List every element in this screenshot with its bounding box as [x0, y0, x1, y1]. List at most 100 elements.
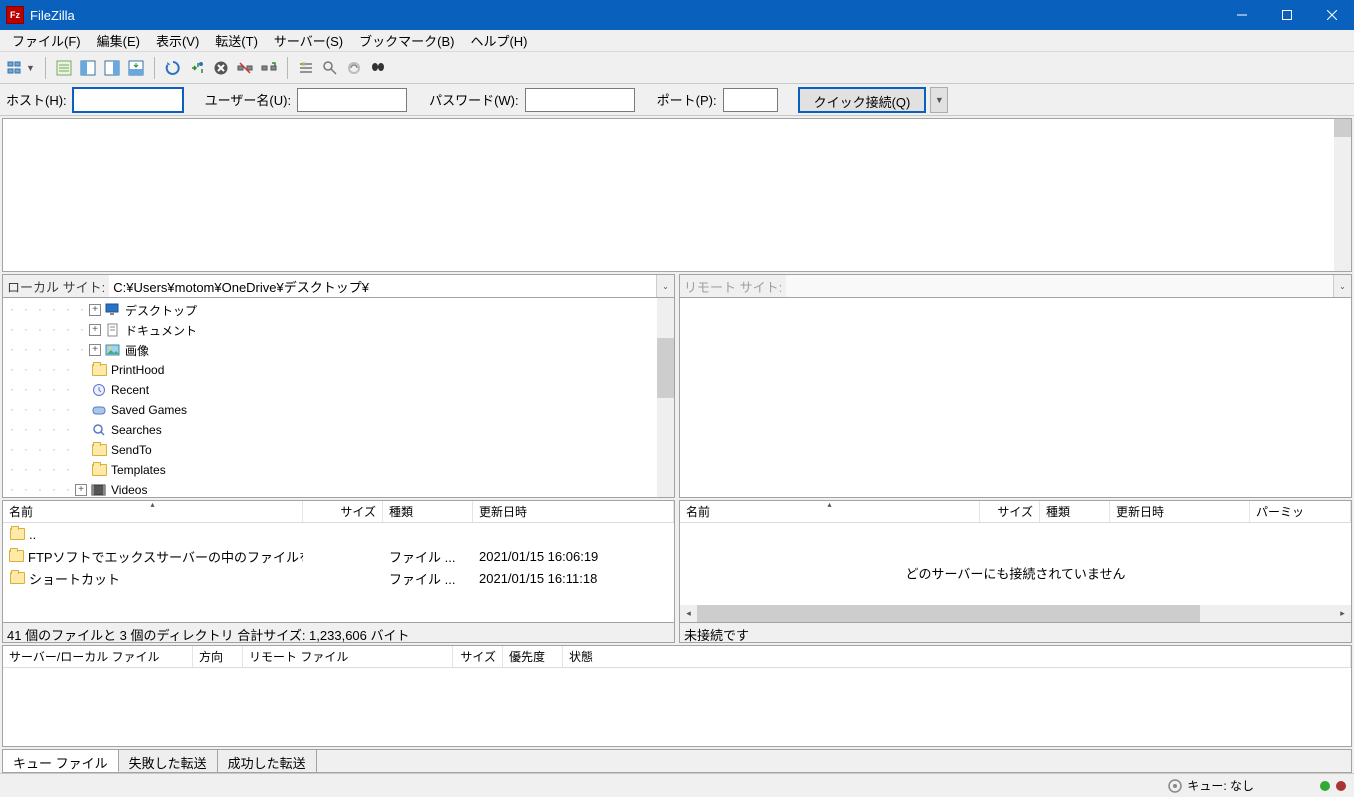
menu-server[interactable]: サーバー(S): [266, 29, 351, 52]
local-path-input[interactable]: [109, 275, 656, 297]
tab-success[interactable]: 成功した転送: [218, 750, 317, 772]
local-status: 41 個のファイルと 3 個のディレクトリ 合計サイズ: 1,233,606 バ…: [2, 623, 675, 643]
quickconnect-button[interactable]: クイック接続(Q): [798, 87, 927, 113]
close-button[interactable]: [1309, 0, 1354, 30]
tab-queued[interactable]: キュー ファイル: [3, 750, 119, 772]
toggle-remotetree-icon[interactable]: [101, 57, 123, 79]
qcol-status[interactable]: 状態: [563, 646, 1351, 667]
menu-file[interactable]: ファイル(F): [4, 29, 89, 52]
folder-icon: [9, 549, 24, 563]
tree-item[interactable]: ·····Templates: [5, 460, 672, 480]
process-queue-icon[interactable]: [186, 57, 208, 79]
expander-icon[interactable]: +: [89, 304, 101, 316]
rcol-type[interactable]: 種類: [1040, 501, 1110, 522]
file-row[interactable]: ..: [3, 523, 674, 545]
expander-icon[interactable]: +: [75, 484, 87, 496]
tree-item[interactable]: ·····SendTo: [5, 440, 672, 460]
expander-icon[interactable]: +: [89, 324, 101, 336]
quickconnect-dropdown[interactable]: ▼: [930, 87, 948, 113]
file-row[interactable]: ショートカットファイル ...2021/01/15 16:11:18: [3, 567, 674, 589]
sync-browse-icon[interactable]: [343, 57, 365, 79]
document-icon: [105, 323, 121, 337]
menu-view[interactable]: 表示(V): [148, 29, 207, 52]
local-path-dropdown[interactable]: ⌄: [656, 275, 674, 297]
toolbar: ▼: [0, 52, 1354, 84]
sitemanager-icon[interactable]: [5, 57, 27, 79]
qcol-priority[interactable]: 優先度: [503, 646, 563, 667]
rcol-name[interactable]: 名前▴: [680, 501, 980, 522]
disconnect-icon[interactable]: [234, 57, 256, 79]
remote-empty-message: どのサーバーにも接続されていません: [680, 563, 1351, 582]
cancel-icon[interactable]: [210, 57, 232, 79]
user-input[interactable]: [297, 88, 407, 112]
tree-item[interactable]: ·····Searches: [5, 420, 672, 440]
expander-icon[interactable]: +: [89, 344, 101, 356]
qcol-serverlocal[interactable]: サーバー/ローカル ファイル: [3, 646, 193, 667]
remote-site-label: リモート サイト:: [680, 277, 786, 296]
filter-icon[interactable]: [295, 57, 317, 79]
user-label: ユーザー名(U):: [203, 90, 293, 109]
tree-item[interactable]: ·····Recent: [5, 380, 672, 400]
remote-path-dropdown[interactable]: ⌄: [1333, 275, 1351, 297]
folder-icon: [9, 571, 25, 585]
col-size[interactable]: サイズ: [303, 501, 383, 522]
local-tree[interactable]: ······+デスクトップ······+ドキュメント······+画像·····…: [2, 298, 675, 498]
maximize-button[interactable]: [1264, 0, 1309, 30]
port-input[interactable]: [723, 88, 778, 112]
local-file-grid[interactable]: 名前▴ サイズ 種類 更新日時 ..FTPソフトでエックスサーバーの中のファイル…: [2, 500, 675, 623]
refresh-icon[interactable]: [162, 57, 184, 79]
file-row[interactable]: FTPソフトでエックスサーバーの中のファイルを...ファイル ...2021/0…: [3, 545, 674, 567]
menu-edit[interactable]: 編集(E): [89, 29, 148, 52]
tree-label: 画像: [125, 342, 149, 359]
queue-status-text: キュー: なし: [1187, 777, 1254, 794]
desktop-icon: [105, 303, 121, 317]
tree-item[interactable]: ·····Saved Games: [5, 400, 672, 420]
rcol-date[interactable]: 更新日時: [1110, 501, 1250, 522]
toggle-localtree-icon[interactable]: [77, 57, 99, 79]
queue-status-icon: [1167, 778, 1183, 794]
col-type[interactable]: 種類: [383, 501, 473, 522]
host-input[interactable]: [73, 88, 183, 112]
folder-icon: [9, 527, 25, 541]
tab-failed[interactable]: 失敗した転送: [119, 750, 218, 772]
local-panel: ローカル サイト: ⌄ ······+デスクトップ······+ドキュメント··…: [2, 274, 675, 643]
port-label: ポート(P):: [655, 90, 719, 109]
pass-input[interactable]: [525, 88, 635, 112]
qcol-size[interactable]: サイズ: [453, 646, 503, 667]
menu-bookmarks[interactable]: ブックマーク(B): [351, 29, 462, 52]
reconnect-icon[interactable]: [258, 57, 280, 79]
folder-icon: [91, 443, 107, 457]
remote-file-grid[interactable]: 名前▴ サイズ 種類 更新日時 パーミッ どのサーバーにも接続されていません ◂…: [679, 500, 1352, 623]
qcol-direction[interactable]: 方向: [193, 646, 243, 667]
message-log[interactable]: [2, 118, 1352, 272]
sitemanager-dropdown[interactable]: ▼: [26, 63, 35, 73]
folder-icon: [91, 463, 107, 477]
col-date[interactable]: 更新日時: [473, 501, 674, 522]
tree-item[interactable]: ·····+Videos: [5, 480, 672, 498]
tree-label: Templates: [111, 463, 166, 477]
toggle-queue-icon[interactable]: [125, 57, 147, 79]
remote-tree[interactable]: [679, 298, 1352, 498]
recent-icon: [91, 383, 107, 397]
tree-item[interactable]: ······+デスクトップ: [5, 300, 672, 320]
remote-path-input[interactable]: [786, 275, 1333, 297]
col-name[interactable]: 名前▴: [3, 501, 303, 522]
rcol-size[interactable]: サイズ: [980, 501, 1040, 522]
menu-transfer[interactable]: 転送(T): [207, 29, 266, 52]
compare-icon[interactable]: [319, 57, 341, 79]
tree-item[interactable]: ·····PrintHood: [5, 360, 672, 380]
tree-item[interactable]: ······+ドキュメント: [5, 320, 672, 340]
qcol-remote[interactable]: リモート ファイル: [243, 646, 453, 667]
minimize-button[interactable]: [1219, 0, 1264, 30]
transfer-queue[interactable]: サーバー/ローカル ファイル 方向 リモート ファイル サイズ 優先度 状態: [2, 645, 1352, 747]
status-bar: キュー: なし: [0, 773, 1354, 797]
toggle-log-icon[interactable]: [53, 57, 75, 79]
app-title: FileZilla: [30, 8, 1219, 23]
rcol-perm[interactable]: パーミッ: [1250, 501, 1351, 522]
log-scrollbar[interactable]: [1334, 119, 1351, 271]
search-remote-icon[interactable]: [367, 57, 389, 79]
menu-help[interactable]: ヘルプ(H): [462, 29, 535, 52]
local-tree-scrollbar[interactable]: [657, 298, 674, 497]
remote-hscrollbar[interactable]: ◂▸: [680, 605, 1351, 622]
tree-item[interactable]: ······+画像: [5, 340, 672, 360]
